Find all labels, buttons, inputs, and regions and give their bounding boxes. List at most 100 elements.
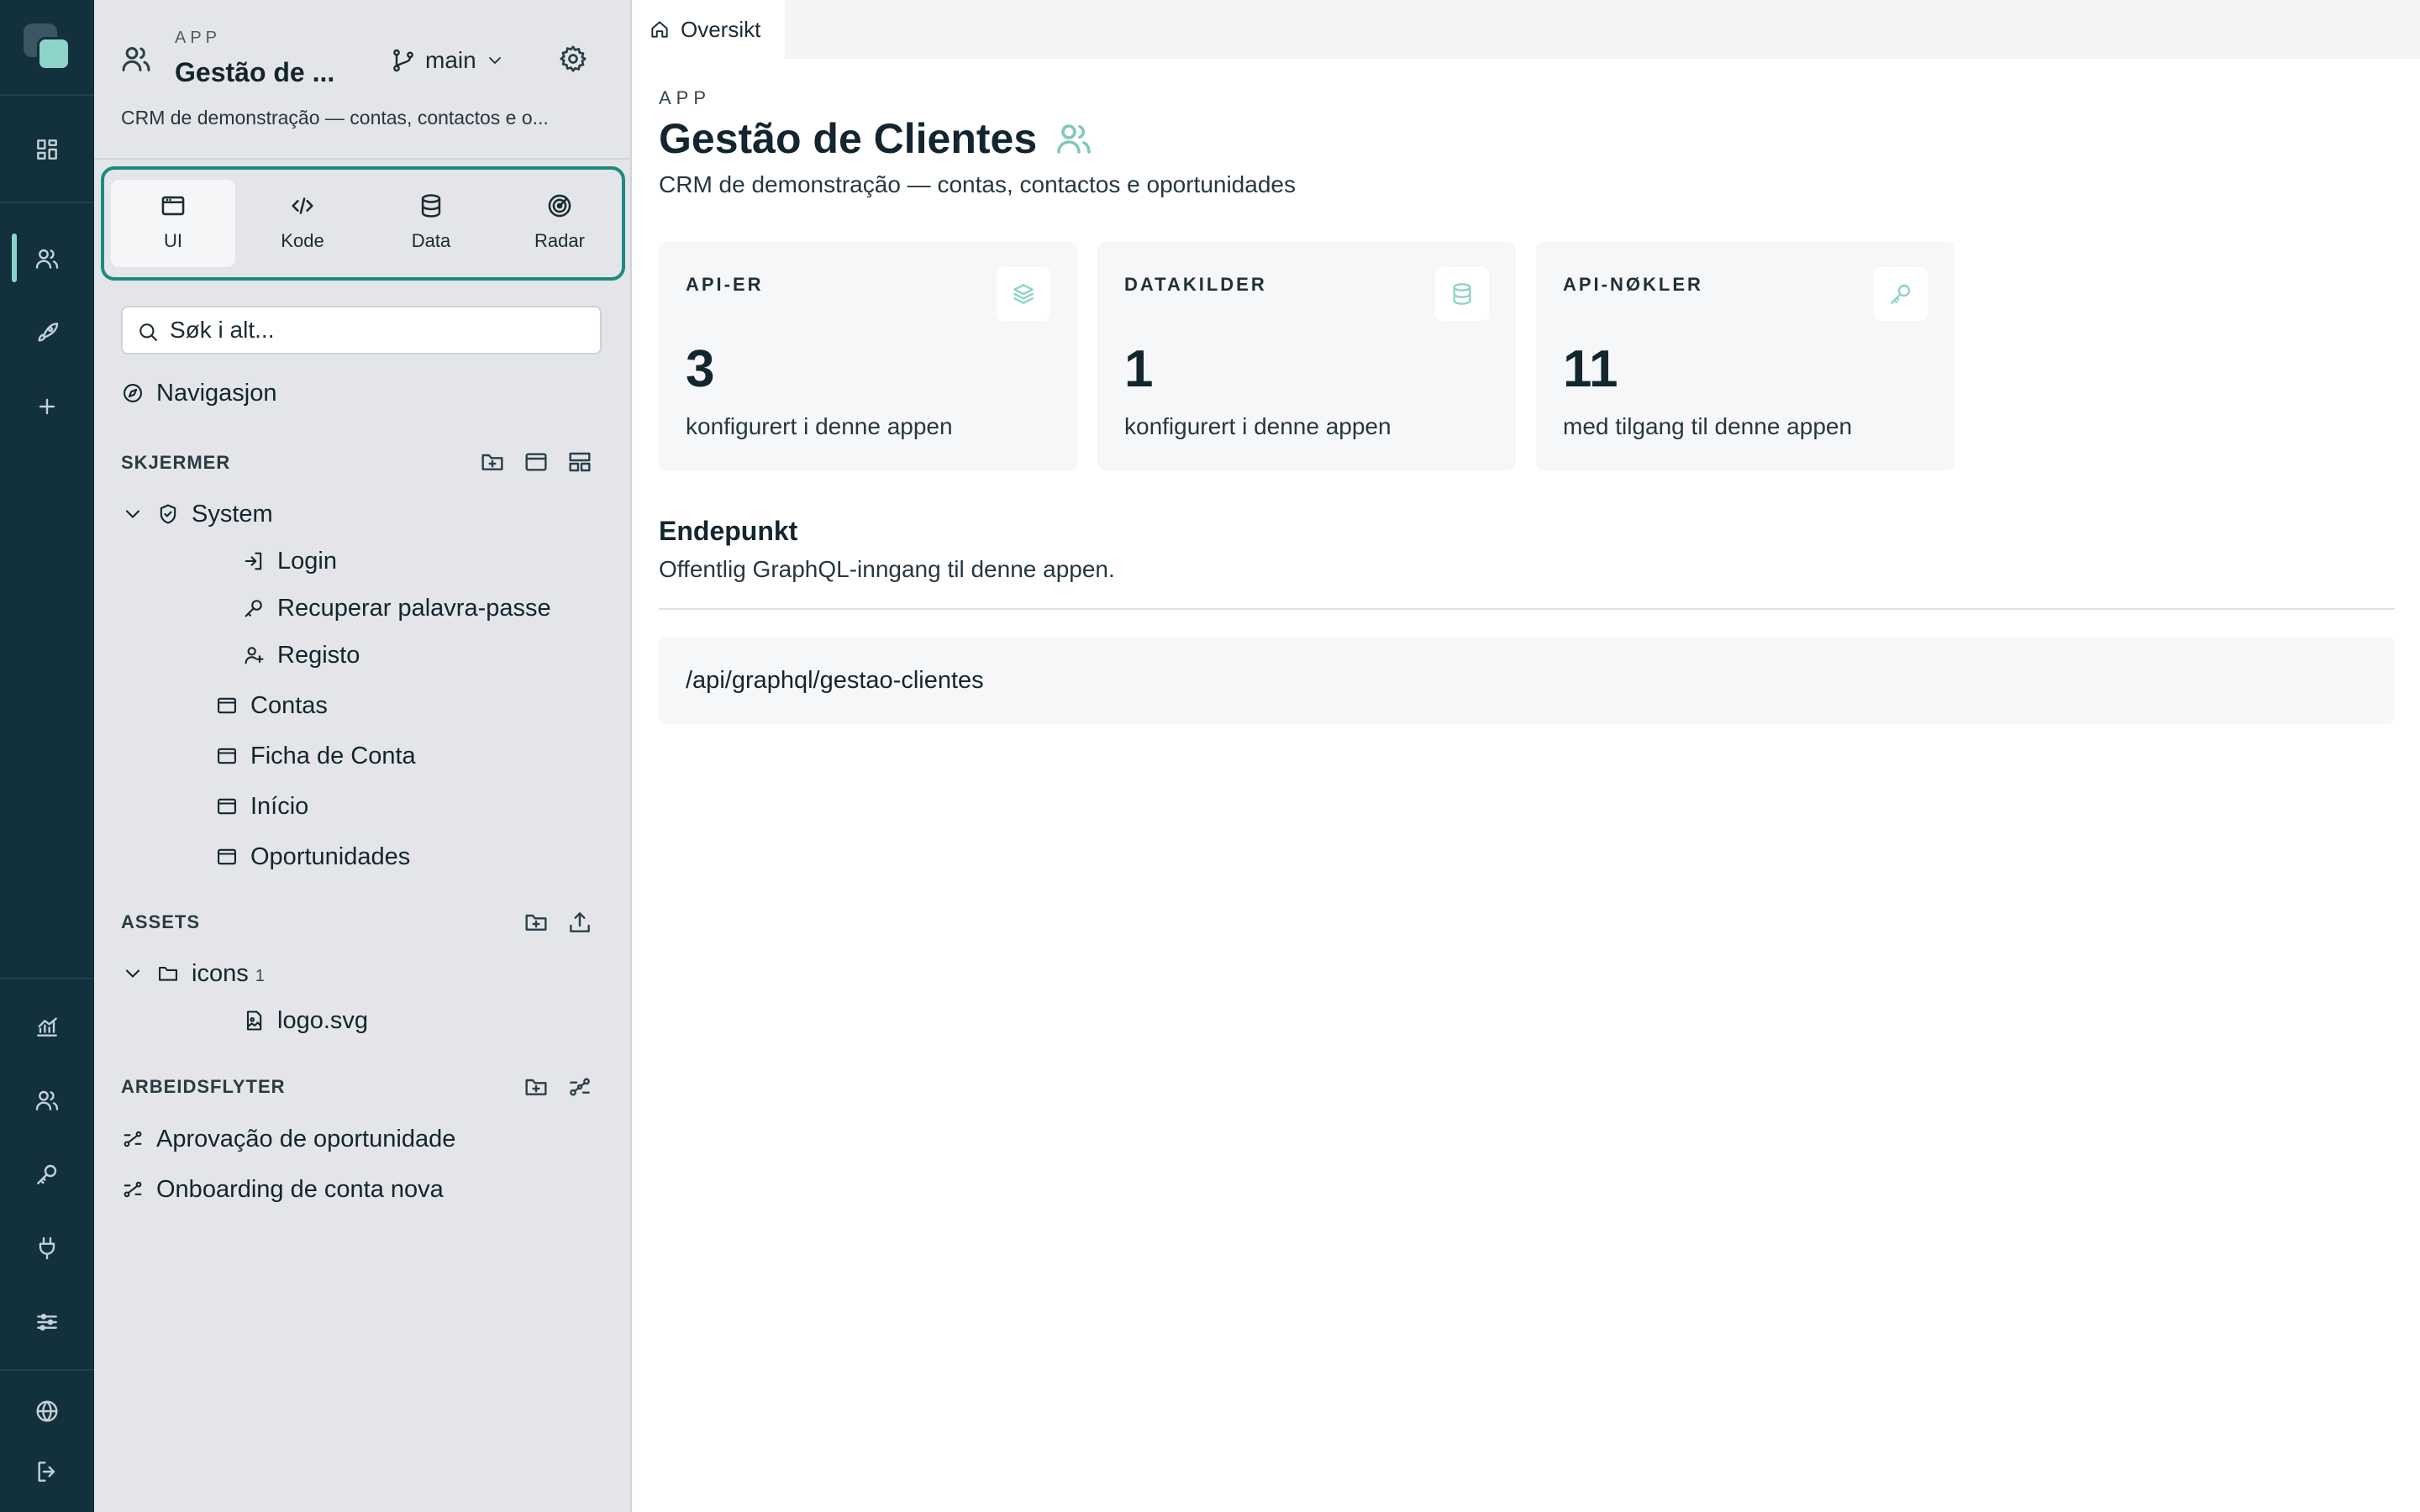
stat-card-apis: API-ER 3 konfigurert i denne appen	[659, 242, 1077, 470]
workflow-label: Aprovação de oportunidade	[156, 1125, 456, 1152]
tree-item-label: Ficha de Conta	[250, 742, 416, 769]
grid-icon[interactable]	[24, 126, 71, 173]
group-label: System	[192, 500, 273, 528]
radar-icon	[545, 192, 574, 220]
rail-divider	[0, 94, 94, 96]
endpoint-title: Endepunkt	[659, 516, 798, 546]
layers-icon	[997, 267, 1050, 321]
page-title: Gestão de Clientes	[659, 114, 1094, 163]
tree-item-label: Registo	[277, 641, 360, 669]
upload-icon[interactable]	[566, 909, 593, 936]
logout-icon[interactable]	[24, 1448, 71, 1495]
stat-label: API-NØKLER	[1563, 274, 1703, 295]
users-icon	[119, 42, 153, 76]
page-title-text: Gestão de Clientes	[659, 115, 1038, 162]
navigation-label: Navigasjon	[156, 379, 277, 407]
workflows-actions	[523, 1074, 593, 1100]
tree-item-register[interactable]: Registo	[242, 637, 360, 674]
tree-item-screen[interactable]: Ficha de Conta	[215, 738, 416, 774]
tree-item-label: Contas	[250, 691, 328, 719]
rail-divider	[0, 978, 94, 979]
chart-icon[interactable]	[24, 1003, 71, 1050]
tree-item-screen[interactable]: Oportunidades	[215, 838, 410, 875]
navigation-item[interactable]: Navigasjon	[121, 375, 276, 412]
database-icon	[417, 192, 445, 220]
chevron-down-icon	[121, 502, 145, 526]
search-input[interactable]	[170, 307, 590, 353]
stat-card-api-keys: API-NØKLER 11 med tilgang til denne appe…	[1536, 242, 1954, 470]
mode-data-button[interactable]: Data	[369, 180, 493, 267]
main-content: APP Gestão de Clientes CRM de demonstraç…	[634, 59, 2420, 1512]
folder-label: icons 1	[192, 960, 265, 988]
users-icon[interactable]	[24, 1077, 71, 1124]
stat-value: 11	[1563, 340, 1618, 398]
screens-section-title: SKJERMER	[121, 452, 231, 473]
gear-icon[interactable]	[558, 44, 588, 74]
rocket-icon[interactable]	[24, 309, 71, 356]
tree-item-label: logo.svg	[277, 1006, 369, 1034]
page-subtitle: CRM de demonstração — contas, contactos …	[659, 171, 1296, 197]
login-icon	[242, 549, 266, 573]
tree-item-password[interactable]: Recuperar palavra-passe	[242, 590, 551, 627]
folder-icon	[156, 962, 180, 985]
tree-folder-icons[interactable]: icons 1	[121, 955, 265, 992]
key-icon	[242, 596, 266, 620]
workflow-label: Onboarding de conta nova	[156, 1175, 444, 1203]
layout-icon[interactable]	[566, 449, 593, 475]
workflow-item[interactable]: Onboarding de conta nova	[121, 1171, 444, 1208]
assets-section-title: ASSETS	[121, 911, 201, 932]
globe-icon[interactable]	[24, 1388, 71, 1435]
mode-ui-button[interactable]: UI	[111, 180, 235, 267]
app-description: CRM de demonstração — contas, contactos …	[121, 107, 549, 129]
key-icon[interactable]	[24, 1151, 71, 1198]
assets-actions	[523, 909, 593, 936]
endpoint-box[interactable]: /api/graphql/gestao-clientes	[659, 637, 2395, 724]
users-icon	[1054, 118, 1094, 159]
branch-icon	[390, 47, 417, 74]
folder-plus-icon[interactable]	[523, 1074, 550, 1100]
workflow-icon	[121, 1178, 145, 1201]
tree-item-screen[interactable]: Contas	[215, 687, 328, 724]
stat-label: API-ER	[686, 274, 764, 295]
tab-label: Oversikt	[681, 16, 761, 42]
search-box	[121, 306, 602, 354]
folder-plus-icon[interactable]	[523, 909, 550, 936]
window-icon	[215, 744, 239, 768]
stat-value: 1	[1124, 340, 1154, 398]
sliders-icon[interactable]	[24, 1299, 71, 1346]
branch-selector[interactable]: main	[390, 44, 505, 77]
mode-kode-button[interactable]: Kode	[240, 180, 365, 267]
tab-overview[interactable]: Oversikt	[634, 0, 785, 59]
tree-item-screen[interactable]: Início	[215, 788, 308, 825]
database-icon	[1435, 267, 1489, 321]
workflow-icon[interactable]	[566, 1074, 593, 1100]
home-icon	[649, 18, 671, 40]
workflow-item[interactable]: Aprovação de oportunidade	[121, 1121, 455, 1158]
folder-count: 1	[255, 966, 265, 985]
page-kicker: APP	[659, 87, 712, 108]
endpoint-path[interactable]: /api/graphql/gestao-clientes	[686, 667, 984, 695]
plug-icon[interactable]	[24, 1225, 71, 1272]
mode-label: Data	[411, 230, 451, 251]
window-icon	[159, 192, 187, 220]
stat-card-datasources: DATAKILDER 1 konfigurert i denne appen	[1097, 242, 1516, 470]
plus-icon[interactable]	[24, 383, 71, 430]
window-plus-icon[interactable]	[523, 449, 550, 475]
app-header: APP Gestão de ... main CRM de demonstraç…	[94, 0, 632, 160]
app-rail	[0, 0, 94, 1512]
chevron-down-icon	[485, 50, 505, 71]
logo[interactable]	[24, 24, 71, 71]
tree-item-file[interactable]: logo.svg	[242, 1002, 368, 1039]
stat-caption: med tilgang til denne appen	[1563, 413, 1853, 439]
app-name[interactable]: Gestão de ...	[175, 57, 334, 88]
tree-item-login[interactable]: Login	[242, 543, 337, 580]
window-icon	[215, 795, 239, 818]
window-icon	[215, 694, 239, 717]
screens-actions	[479, 449, 593, 475]
workflows-section-title: ARBEIDSFLYTER	[121, 1076, 286, 1097]
tree-item-label: Recuperar palavra-passe	[277, 594, 551, 622]
users-icon[interactable]	[24, 235, 71, 282]
folder-plus-icon[interactable]	[479, 449, 506, 475]
tree-group-system[interactable]: System	[121, 496, 273, 533]
mode-radar-button[interactable]: Radar	[497, 180, 622, 267]
